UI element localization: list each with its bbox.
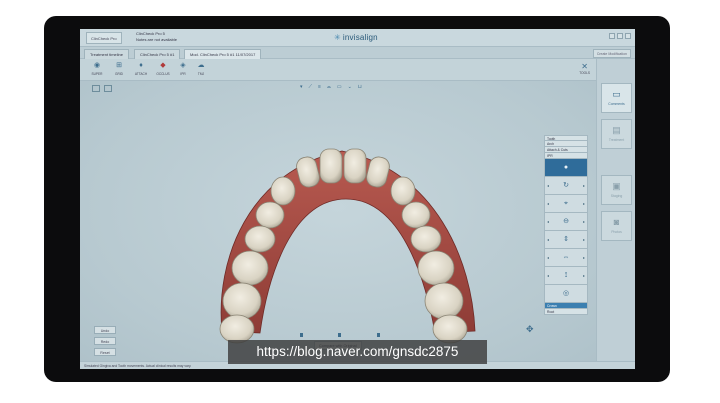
staging-icon: ▣ (612, 181, 621, 191)
tooth-central-left (319, 148, 343, 184)
rotate-icon: ↻ (563, 182, 569, 189)
tooth-molar1-right (417, 250, 455, 286)
arrow-left-icon[interactable]: ◂ (547, 267, 549, 285)
app-title: ClinCheck Pro 5 Notes are not available (136, 31, 177, 43)
timeline-marker[interactable] (338, 333, 341, 337)
tool-super[interactable]: ◉ SUPER (88, 62, 106, 76)
tools-icon: ✕ (581, 62, 588, 71)
attach-icon: ♦ (139, 62, 143, 69)
tab-treatment-timeline[interactable]: Treatment timeline (84, 49, 129, 59)
tool-occlusion[interactable]: ◆ OCCLUS (154, 62, 172, 76)
movement-icon: ◎ (562, 290, 570, 297)
grid-icon: ⊞ (116, 62, 122, 69)
panel-option-root[interactable]: Root (544, 309, 588, 315)
extrusion-icon: ⇕ (563, 236, 569, 243)
window-controls (609, 33, 631, 39)
arrow-right-icon[interactable]: ▸ (583, 177, 585, 195)
tools-button[interactable]: ✕ TOOLS (579, 62, 590, 75)
tmj-icon: ☁ (197, 62, 205, 69)
translation-cell[interactable]: ◂ ⇔ ▸ (544, 249, 588, 267)
toolbar: ◉ SUPER ⊞ GRID ♦ ATTACH ◆ OCCLUS ◈ IPR ☁ TMJ ✕… (80, 59, 596, 81)
tooth-molar2-right (424, 282, 464, 320)
tooth-premolar1-right (401, 201, 431, 229)
angulation-cell[interactable]: ◂ ⌖ ▸ (544, 195, 588, 213)
treatment-icon: ▤ (612, 125, 621, 135)
inclination-cell[interactable]: ◂ ⊖ ▸ (544, 213, 588, 231)
tool-tmj[interactable]: ☁ TMJ (192, 62, 210, 76)
right-sidebar: ▭ Comments ▤ Treatment ▣ Staging ◙ Photos (596, 59, 635, 361)
arrow-left-icon[interactable]: ◂ (547, 195, 549, 213)
3d-viewport[interactable]: ▾ ⟋ ≡ ⌓ ▭ ⌄ ⊔ Undo Redo Reset ✥ Tooth Ar… (80, 81, 596, 361)
tooth-central-right (343, 148, 367, 184)
title-bar: ClinCheck Pro ClinCheck Pro 5 Notes are … (80, 29, 635, 47)
arrow-left-icon[interactable]: ◂ (547, 231, 549, 249)
sidebar-item-treatment[interactable]: ▤ Treatment (601, 119, 632, 149)
timeline-marker[interactable] (377, 333, 380, 337)
tooth-molar2-left (222, 282, 262, 320)
arrow-right-icon[interactable]: ▸ (583, 249, 585, 267)
tooth-molar3-right (432, 314, 468, 344)
tab-modification[interactable]: Mod. ClinCheck Pro 5 #1 11/07/2017 (184, 49, 262, 59)
dental-arch-model[interactable] (80, 81, 596, 361)
arrow-right-icon[interactable]: ▸ (583, 231, 585, 249)
app-screen: ClinCheck Pro ClinCheck Pro 5 Notes are … (80, 29, 635, 369)
sidebar-item-photos[interactable]: ◙ Photos (601, 211, 632, 241)
torque-icon: ⟟ (564, 272, 568, 279)
tabs-row: Treatment timeline ClinCheck Pro 5 #1 Mo… (80, 47, 635, 59)
tab-clincheck-pro[interactable]: ClinCheck Pro 5 #1 (134, 49, 181, 59)
logo-text: invisalign (342, 33, 378, 42)
logo-mark-icon: ✳ (334, 33, 341, 42)
extrusion-cell[interactable]: ◂ ⇕ ▸ (544, 231, 588, 249)
tool-attach[interactable]: ♦ ATTACH (132, 62, 150, 76)
inclination-icon: ⊖ (563, 218, 569, 225)
tool-grid[interactable]: ⊞ GRID (110, 62, 128, 76)
ipr-icon: ◈ (180, 62, 186, 69)
navigation-control-icon[interactable]: ✥ (526, 324, 534, 335)
translation-icon: ⇔ (562, 254, 570, 261)
arrow-left-icon[interactable]: ◂ (547, 249, 549, 267)
maximize-button[interactable] (617, 33, 623, 39)
tooth-canine-right (390, 176, 416, 206)
tooth-select-icon: ● (563, 164, 569, 171)
timeline-marker[interactable] (300, 333, 303, 337)
app-menu-button[interactable]: ClinCheck Pro (86, 32, 122, 44)
stage-timeline[interactable] (300, 333, 380, 337)
tooth-canine-left (270, 176, 296, 206)
tooth-tools-panel: Tooth Arch Attach & Cuts IPR ● ◂ ↻ ▸ ◂ ⌖ ▸ ◂… (544, 135, 588, 335)
redo-button[interactable]: Redo (94, 337, 116, 345)
arrow-left-icon[interactable]: ◂ (547, 213, 549, 231)
rotation-cell[interactable]: ◂ ↻ ▸ (544, 177, 588, 195)
arrow-right-icon[interactable]: ▸ (583, 213, 585, 231)
torque-cell[interactable]: ◂ ⟟ ▸ (544, 267, 588, 285)
close-button[interactable] (625, 33, 631, 39)
undo-button[interactable]: Undo (94, 326, 116, 334)
movement-cell[interactable]: ◎ (544, 285, 588, 303)
arrow-right-icon[interactable]: ▸ (583, 267, 585, 285)
app-notice: Notes are not available (136, 37, 177, 42)
sidebar-item-comments[interactable]: ▭ Comments (601, 83, 632, 113)
tooth-premolar2-left (244, 225, 276, 253)
tooth-premolar1-left (255, 201, 285, 229)
comments-icon: ▭ (612, 89, 621, 99)
tablet-frame: ClinCheck Pro ClinCheck Pro 5 Notes are … (40, 16, 674, 388)
tooth-molar3-left (219, 314, 255, 344)
reset-button[interactable]: Reset (94, 348, 116, 356)
invisalign-logo: ✳ invisalign (334, 33, 378, 42)
photos-icon: ◙ (613, 217, 620, 227)
create-modification-button[interactable]: Create Modification (592, 49, 631, 58)
super-icon: ◉ (93, 62, 101, 69)
sidebar-item-staging[interactable]: ▣ Staging (601, 175, 632, 205)
tooth-premolar2-right (410, 225, 442, 253)
tooth-select-cell[interactable]: ● (544, 159, 588, 177)
angulation-icon: ⌖ (564, 200, 568, 207)
minimize-button[interactable] (609, 33, 615, 39)
tooth-molar1-left (231, 250, 269, 286)
tool-ipr[interactable]: ◈ IPR (174, 62, 192, 76)
occlusion-icon: ◆ (160, 62, 166, 69)
watermark-url: https://blog.naver.com/gnsdc2875 (228, 340, 487, 364)
arrow-right-icon[interactable]: ▸ (583, 195, 585, 213)
arrow-left-icon[interactable]: ◂ (547, 177, 549, 195)
